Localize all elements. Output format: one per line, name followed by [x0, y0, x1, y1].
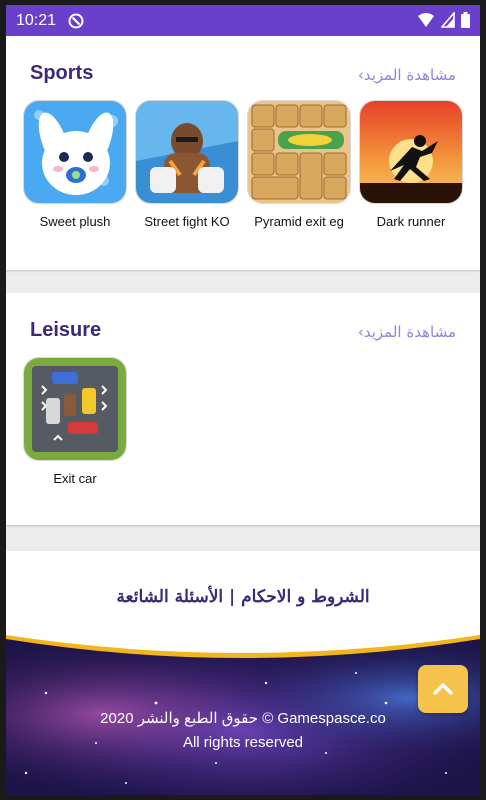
- see-more-link[interactable]: مشاهدة المزيد›: [358, 323, 456, 341]
- section-title: Leisure: [30, 319, 102, 341]
- game-card-exit-car[interactable]: Exit car: [23, 357, 127, 486]
- game-label: Exit car: [53, 471, 97, 486]
- section-title: Sports: [30, 62, 94, 84]
- status-bar: 10:21: [6, 5, 480, 36]
- section-sports: Sports مشاهدة المزيد› Sweet plush Street…: [6, 36, 480, 270]
- see-more-link[interactable]: مشاهدة المزيد›: [358, 66, 456, 84]
- game-label: Street fight KO: [144, 214, 230, 229]
- signal-icon: [441, 12, 455, 28]
- copyright-line-1: 2020 حقوق الطبع والنشر © Gamespasce.co: [100, 710, 386, 727]
- game-thumbnail[interactable]: [23, 357, 127, 461]
- game-thumbnail[interactable]: [23, 100, 127, 204]
- game-card-dark-runner[interactable]: Dark runner: [359, 100, 463, 229]
- status-icons: [417, 12, 470, 28]
- game-label: Dark runner: [376, 214, 446, 229]
- game-card-sweet-plush[interactable]: Sweet plush: [23, 100, 127, 229]
- app-frame: 10:21 Sports مشاهدة المزيد› Sweet plush …: [6, 5, 480, 795]
- footer-links: الشروط و الاحكام | الأسئلة الشائعة: [6, 551, 480, 637]
- copyright: 2020 حقوق الطبع والنشر © Gamespasce.co A…: [6, 707, 480, 755]
- game-card-street-fight-ko[interactable]: Street fight KO: [135, 100, 239, 229]
- chevron-up-icon: [433, 683, 453, 695]
- game-thumbnail[interactable]: [359, 100, 463, 204]
- game-label: Sweet plush: [39, 214, 111, 229]
- game-thumbnail[interactable]: [135, 100, 239, 204]
- at-sign-icon: [68, 13, 84, 28]
- scroll-top-button[interactable]: [418, 665, 468, 713]
- terms-faq-links[interactable]: الشروط و الاحكام | الأسئلة الشائعة: [6, 587, 480, 607]
- game-label: Pyramid exit eg: [254, 214, 344, 229]
- game-card-pyramid-exit[interactable]: Pyramid exit eg: [247, 100, 351, 229]
- copyright-line-2: All rights reserved: [182, 734, 304, 751]
- status-time: 10:21: [16, 11, 57, 29]
- section-leisure: Leisure مشاهدة المزيد› Exit car: [6, 293, 480, 525]
- footer-background: 2020 حقوق الطبع والنشر © Gamespasce.co A…: [6, 633, 480, 795]
- game-thumbnail[interactable]: [247, 100, 351, 204]
- battery-icon: [461, 12, 470, 28]
- wifi-icon: [418, 13, 434, 27]
